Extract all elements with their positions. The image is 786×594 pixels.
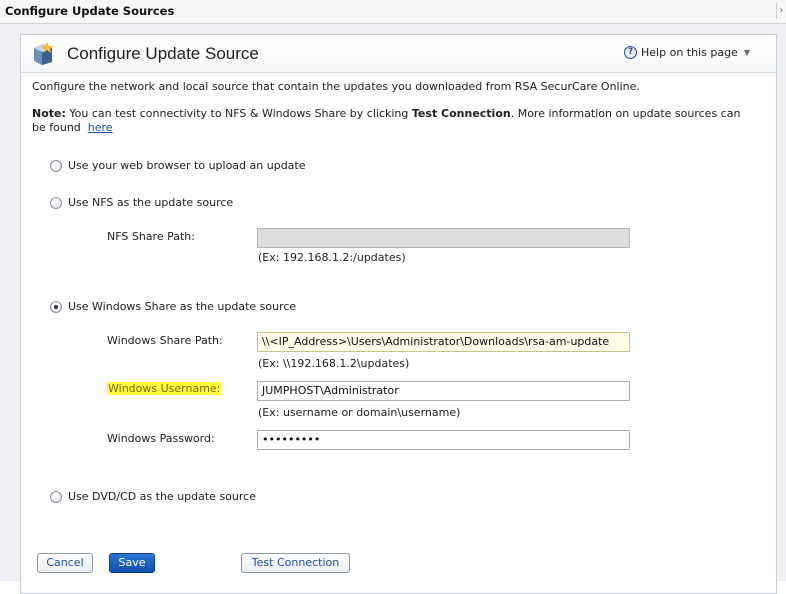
option-nfs-label: Use NFS as the update source [68, 196, 234, 209]
windows-username-hint: (Ex: username or domain\username) [258, 406, 461, 419]
option-dvd-label: Use DVD/CD as the update source [68, 490, 256, 503]
note-text: Note: You can test connectivity to NFS &… [32, 107, 757, 135]
windows-path-input[interactable]: \\<IP_Address>\Users\Administrator\Downl… [257, 332, 630, 352]
note-test-connection: Test Connection [411, 107, 511, 120]
windows-password-input[interactable]: ••••••••• [257, 430, 630, 450]
option-dvd[interactable]: Use DVD/CD as the update source [50, 490, 256, 503]
option-nfs[interactable]: Use NFS as the update source [50, 196, 233, 209]
windows-username-input[interactable]: JUMPHOST\Administrator [257, 381, 630, 401]
title-bar: Configure Update Sources › [0, 0, 786, 24]
nfs-path-input[interactable] [257, 228, 630, 248]
page-title: Configure Update Source [67, 44, 259, 63]
test-connection-button[interactable]: Test Connection [241, 553, 350, 573]
radio-nfs[interactable] [50, 196, 62, 209]
help-label: Help on this page [641, 46, 738, 59]
windows-path-label: Windows Share Path: [107, 334, 223, 347]
note-label: Note: [32, 107, 66, 120]
option-windows-label: Use Windows Share as the update source [68, 300, 297, 313]
windows-path-hint: (Ex: \\192.168.1.2\updates) [258, 357, 410, 370]
update-source-icon [34, 42, 53, 65]
chevron-down-icon: ▼ [743, 48, 750, 57]
configure-update-sources-window: Configure Update Sources › Configure Upd… [0, 0, 786, 594]
windows-username-label: Windows Username: [107, 382, 222, 395]
panel-header: Configure Update Source ? Help on this p… [21, 35, 776, 73]
window-title: Configure Update Sources [5, 4, 175, 18]
radio-windows-share[interactable] [50, 300, 62, 313]
save-button[interactable]: Save [109, 553, 155, 573]
nfs-path-label: NFS Share Path: [107, 230, 195, 243]
update-source-panel: Configure Update Source ? Help on this p… [20, 34, 777, 594]
intro-text: Configure the network and local source t… [32, 80, 640, 93]
nfs-path-hint: (Ex: 192.168.1.2:/updates) [258, 251, 406, 264]
option-browser[interactable]: Use your web browser to upload an update [50, 159, 306, 172]
radio-browser[interactable] [50, 159, 62, 172]
option-browser-label: Use your web browser to upload an update [68, 159, 306, 172]
windows-password-label: Windows Password: [107, 432, 215, 445]
scroll-arrow-icon[interactable]: › [776, 3, 786, 19]
help-icon: ? [624, 46, 638, 59]
here-link[interactable]: here [88, 121, 113, 134]
radio-dvd[interactable] [50, 490, 62, 503]
cancel-button[interactable]: Cancel [37, 553, 93, 573]
help-link[interactable]: ? Help on this page ▼ [624, 46, 750, 59]
note-text-before: You can test connectivity to NFS & Windo… [65, 107, 412, 120]
option-windows-share[interactable]: Use Windows Share as the update source [50, 300, 296, 313]
